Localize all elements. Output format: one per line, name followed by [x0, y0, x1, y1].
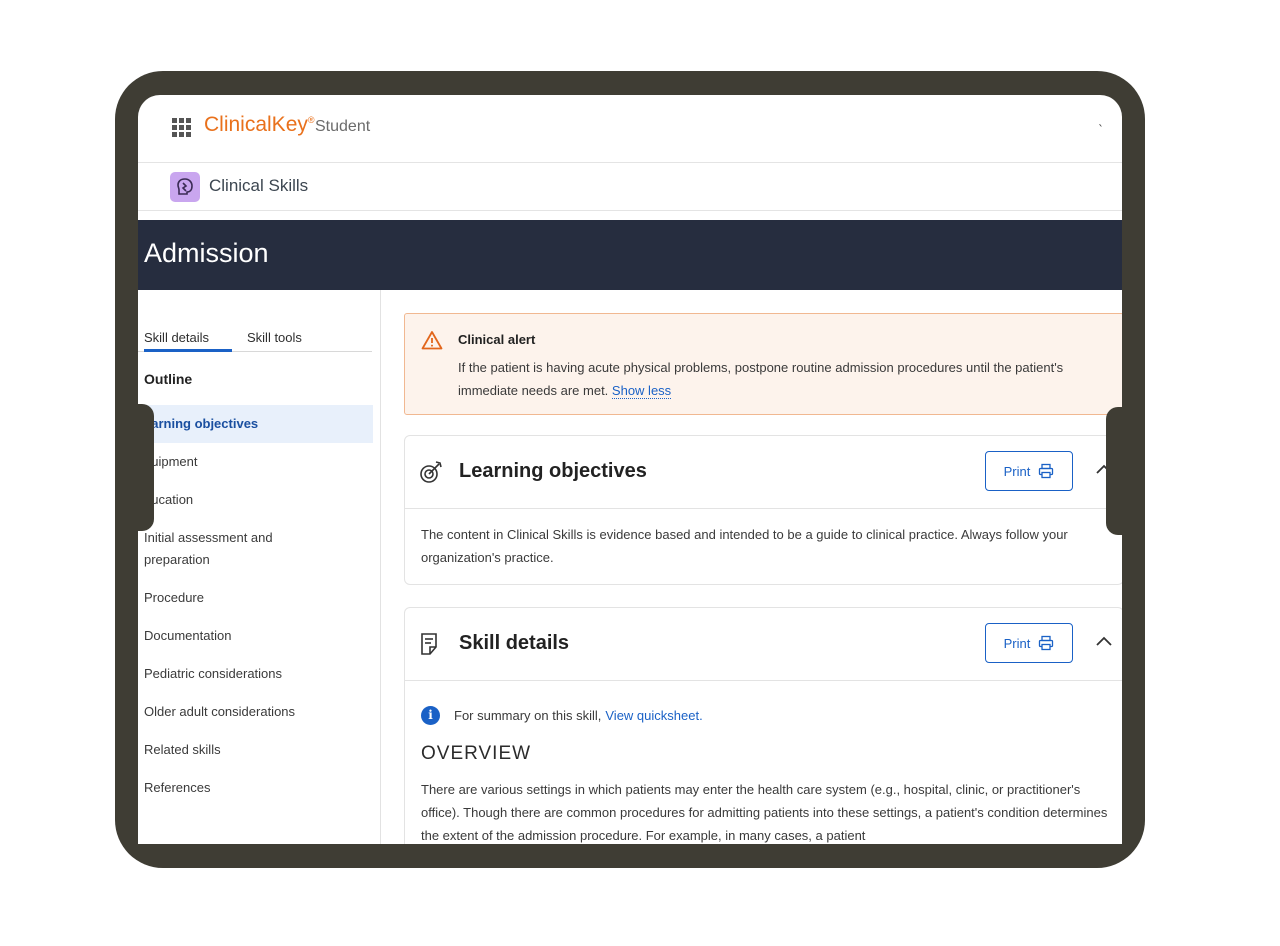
left-navigation: Skill details Skill tools Outline earnin…	[138, 290, 381, 844]
learning-objectives-body: The content in Clinical Skills is eviden…	[421, 527, 1068, 565]
clinical-alert: Clinical alert If the patient is having …	[404, 313, 1122, 415]
page-title: Admission	[144, 238, 269, 268]
app-grid-icon[interactable]	[172, 118, 191, 137]
outline-heading: Outline	[144, 371, 193, 387]
quicksheet-info: i For summary on this skill, View quicks…	[421, 704, 703, 726]
device-side-button-right	[1106, 407, 1122, 535]
app-screen: ClinicalKey® Student ` Clinical Skills A…	[138, 95, 1122, 844]
tab-skill-details[interactable]: Skill details	[144, 330, 232, 352]
overview-text: There are various settings in which pati…	[421, 782, 1108, 843]
outline-item-learning-objectives[interactable]: earning objectives	[138, 405, 373, 443]
target-icon	[419, 460, 443, 488]
brand-subtitle: Student	[315, 118, 371, 135]
top-bar: ClinicalKey® Student `	[138, 95, 1122, 163]
info-icon: i	[421, 705, 440, 725]
device-side-button-left	[138, 404, 154, 531]
nav-tabs: Skill details Skill tools	[138, 330, 372, 352]
overview-heading: OVERVIEW	[421, 743, 532, 764]
skill-details-card: Skill details Print i For summary on thi…	[404, 607, 1122, 844]
show-less-link[interactable]: Show less	[611, 383, 672, 399]
warning-icon	[421, 330, 443, 354]
print-label: Print	[1003, 463, 1031, 479]
product-bar: Clinical Skills	[138, 163, 1122, 211]
print-button-skill[interactable]: Print	[985, 623, 1073, 663]
document-icon	[419, 632, 441, 660]
chevron-up-icon[interactable]	[1095, 632, 1113, 654]
outline-item-pediatric[interactable]: Pediatric considerations	[138, 663, 373, 685]
alert-text: If the patient is having acute physical …	[458, 360, 1064, 399]
tab-skill-tools[interactable]: Skill tools	[247, 330, 302, 349]
product-name[interactable]: Clinical Skills	[209, 176, 308, 196]
outline-item-education[interactable]: ducation	[138, 489, 373, 511]
print-button-learning[interactable]: Print	[985, 451, 1073, 491]
learning-objectives-title: Learning objectives	[459, 460, 647, 482]
alert-title: Clinical alert	[458, 332, 536, 347]
skill-details-header[interactable]: Skill details Print	[405, 608, 1122, 681]
clinical-skills-icon	[170, 172, 200, 202]
outline-item-documentation[interactable]: Documentation	[138, 625, 373, 647]
page-banner: Admission	[138, 220, 1122, 290]
outline-item-procedure[interactable]: Procedure	[138, 587, 373, 609]
outline-item-equipment[interactable]: quipment	[138, 451, 373, 473]
brand-logo[interactable]: ClinicalKey®	[204, 113, 315, 137]
view-quicksheet-link[interactable]: View quicksheet.	[605, 708, 702, 723]
outline-item-related-skills[interactable]: Related skills	[138, 739, 373, 761]
learning-objectives-header[interactable]: Learning objectives Print	[405, 436, 1122, 509]
top-bar-glyph: `	[1098, 123, 1104, 137]
skill-details-title: Skill details	[459, 632, 570, 654]
info-text: For summary on this skill,	[454, 707, 602, 723]
learning-objectives-card: Learning objectives Print The content in…	[404, 435, 1122, 585]
main-content: Clinical alert If the patient is having …	[381, 290, 1122, 844]
outline-item-references[interactable]: References	[138, 777, 373, 799]
outline-item-older-adult[interactable]: Older adult considerations	[138, 701, 373, 723]
printer-icon	[1039, 635, 1054, 651]
outline-item-initial-assessment[interactable]: Initial assessment and preparation	[138, 527, 373, 571]
printer-icon	[1039, 463, 1054, 479]
print-label: Print	[1003, 635, 1031, 651]
